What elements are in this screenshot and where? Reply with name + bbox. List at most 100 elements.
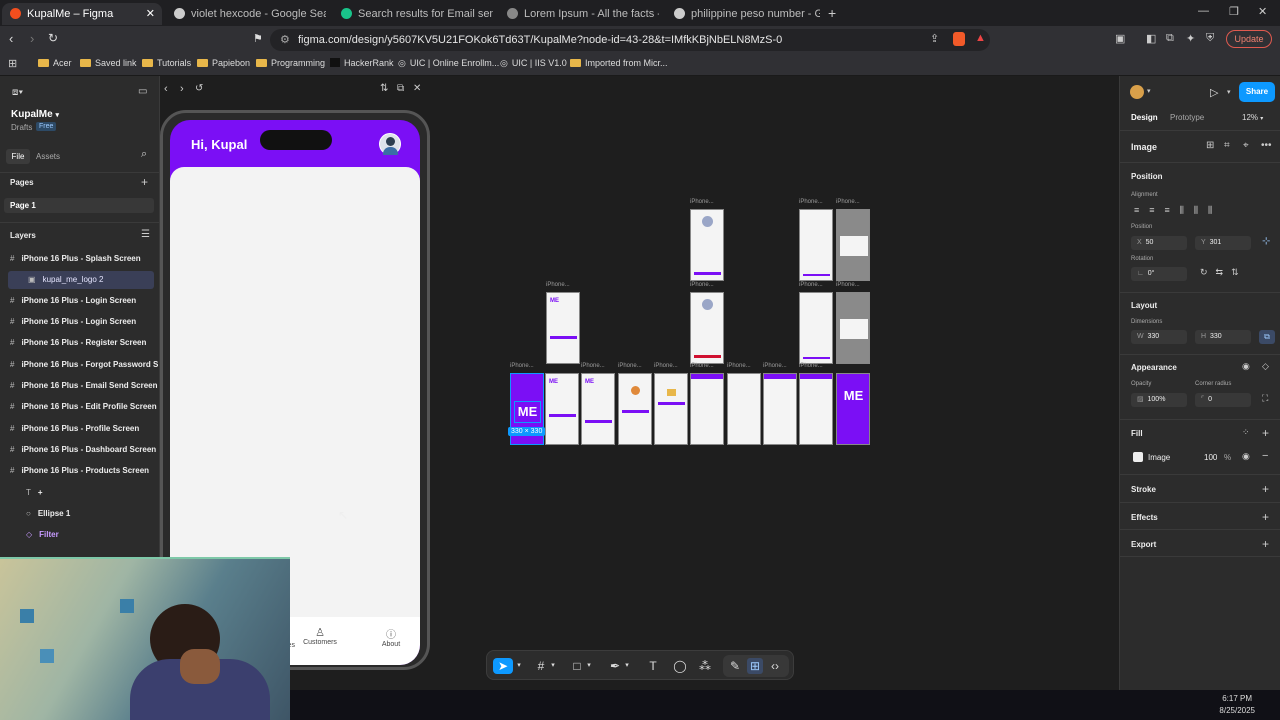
- height-field[interactable]: H 330: [1195, 330, 1251, 344]
- tab-figma[interactable]: KupalMe – Figma ✕: [2, 3, 162, 25]
- close-tab-icon[interactable]: ✕: [146, 3, 155, 25]
- frame-modal[interactable]: [836, 209, 870, 281]
- frame-login[interactable]: ME: [545, 373, 579, 445]
- add-stroke-icon[interactable]: +: [1262, 483, 1269, 495]
- design-canvas[interactable]: iPhone... iPhone... iPhone... iPhone... …: [432, 76, 1119, 720]
- visibility-eye-icon[interactable]: ◉: [1242, 361, 1250, 372]
- layers-list-icon[interactable]: ☰: [141, 229, 150, 240]
- design-mode-icon[interactable]: ⊞: [747, 658, 763, 674]
- user-avatar[interactable]: [1130, 85, 1144, 99]
- forward-icon[interactable]: ›: [30, 31, 34, 46]
- fill-opacity[interactable]: 100: [1204, 453, 1217, 462]
- nav-about[interactable]: ⓘ About: [366, 626, 416, 648]
- text-tool-icon[interactable]: T: [645, 658, 661, 674]
- add-fill-icon[interactable]: +: [1262, 427, 1269, 439]
- layer-register-screen[interactable]: # iPhone 16 Plus - Register Screen: [10, 334, 158, 352]
- rotation-field[interactable]: ∟ 0°: [1131, 267, 1187, 281]
- blend-drop-icon[interactable]: ◇: [1262, 361, 1269, 372]
- frame-forgot-password[interactable]: [618, 373, 652, 445]
- frame-about-list[interactable]: [799, 373, 833, 445]
- tab-file[interactable]: File: [6, 149, 30, 164]
- chevron-down-icon[interactable]: ▾: [1227, 88, 1231, 96]
- frame-splash-2[interactable]: ME: [836, 373, 870, 445]
- avatar[interactable]: [379, 133, 401, 155]
- fill-type[interactable]: Image: [1148, 453, 1170, 462]
- url-field[interactable]: ⚙ figma.com/design/y5607KV5U21FOKok6Td63…: [270, 29, 990, 51]
- clock-time[interactable]: 6:17 PM: [1222, 694, 1252, 703]
- width-field[interactable]: W 330: [1131, 330, 1187, 344]
- close-window-icon[interactable]: ✕: [1258, 5, 1267, 18]
- bookmark-acer[interactable]: Acer: [38, 58, 72, 68]
- alignment-icons[interactable]: ≡≡≡⫼⫼⫼: [1134, 205, 1222, 216]
- layer-login-screen-2[interactable]: # iPhone 16 Plus - Login Screen: [10, 313, 158, 331]
- frame-products[interactable]: [727, 373, 761, 445]
- chevron-down-icon[interactable]: ▾: [623, 658, 631, 674]
- preview-back-icon[interactable]: ‹: [164, 83, 168, 95]
- x-field[interactable]: X 50: [1131, 236, 1187, 250]
- y-field[interactable]: Y 301: [1195, 236, 1251, 250]
- tab-assets[interactable]: Assets: [36, 152, 60, 161]
- preview-forward-icon[interactable]: ›: [180, 83, 184, 95]
- frame-profile[interactable]: [690, 209, 724, 281]
- layer-login-screen[interactable]: # iPhone 16 Plus - Login Screen: [10, 292, 158, 310]
- clock-date[interactable]: 8/25/2025: [1219, 706, 1255, 715]
- page-item-page-1[interactable]: Page 1: [4, 198, 154, 213]
- tab-lipsum[interactable]: Lorem Ipsum - All the facts - Lipsum: [499, 3, 659, 25]
- frame-list-2[interactable]: [799, 292, 833, 364]
- layer-filter[interactable]: ◇ Filter: [10, 526, 158, 544]
- bookmark-imported[interactable]: Imported from Micr...: [570, 58, 668, 68]
- chevron-down-icon[interactable]: ▾: [585, 658, 593, 674]
- add-effect-icon[interactable]: +: [1262, 511, 1269, 523]
- sidebar-icon[interactable]: ◧: [1146, 32, 1156, 45]
- layer-email-send-screen[interactable]: # iPhone 16 Plus - Email Send Screen: [10, 377, 158, 395]
- frame-customers[interactable]: [763, 373, 797, 445]
- nav-customers[interactable]: ♙ Customers: [290, 626, 350, 646]
- zoom-level[interactable]: 12% ▾: [1242, 113, 1263, 122]
- independent-corners-icon[interactable]: ⛶: [1262, 393, 1268, 404]
- tab-google-violet[interactable]: violet hexcode - Google Search: [166, 3, 326, 25]
- layer-profile-screen[interactable]: # iPhone 16 Plus - Profile Screen: [10, 420, 158, 438]
- frame-modal-2[interactable]: [836, 292, 870, 364]
- bookmark-saved-link[interactable]: Saved link: [80, 58, 137, 68]
- pen-tool-icon[interactable]: ✒: [607, 658, 623, 674]
- lock-aspect-icon[interactable]: ⧉: [1259, 330, 1275, 344]
- add-page-icon[interactable]: +: [141, 176, 148, 188]
- flip-rotate-icons[interactable]: ↻⇆⇅: [1200, 267, 1247, 278]
- tab-prototype[interactable]: Prototype: [1170, 113, 1204, 122]
- update-button[interactable]: Update: [1226, 30, 1272, 48]
- corner-radius-field[interactable]: ⌜ 0: [1195, 393, 1251, 407]
- share-page-icon[interactable]: ⇪: [930, 32, 939, 45]
- fill-visibility-icon[interactable]: ◉: [1242, 451, 1250, 462]
- new-tab-button[interactable]: +: [828, 5, 836, 21]
- chevron-down-icon[interactable]: ▾: [1147, 87, 1151, 95]
- chevron-down-icon[interactable]: ▾: [515, 658, 523, 674]
- rectangle-tool-icon[interactable]: □: [569, 658, 585, 674]
- maximize-icon[interactable]: ❐: [1229, 5, 1239, 18]
- vpn-icon[interactable]: ⛨: [1206, 32, 1214, 45]
- layer-edit-profile-screen[interactable]: # iPhone 16 Plus - Edit Profile Screen: [10, 398, 158, 416]
- layer-splash-screen[interactable]: # iPhone 16 Plus - Splash Screen: [10, 250, 158, 268]
- brave-rewards-icon[interactable]: ▲: [975, 32, 986, 44]
- constraints-icon[interactable]: ⊹: [1262, 236, 1270, 247]
- apps-grid-icon[interactable]: ⊞: [8, 57, 17, 70]
- minimize-icon[interactable]: —: [1198, 5, 1209, 17]
- extensions-icon[interactable]: ⧉: [1166, 32, 1174, 45]
- tab-design[interactable]: Design: [1131, 113, 1158, 122]
- dev-mode-icon[interactable]: ‹›: [767, 658, 783, 674]
- layer-forgot-password-screen[interactable]: #iPhone 16 Plus - Forgot Password Screen: [10, 356, 158, 374]
- fill-swatch[interactable]: [1133, 452, 1143, 462]
- bookmark-uic-enrollment[interactable]: ◎ UIC | Online Enrollm...: [398, 58, 499, 69]
- frame-login-alt[interactable]: ME: [546, 292, 580, 364]
- bookmark-tutorials[interactable]: Tutorials: [142, 58, 191, 68]
- layer-dashboard-screen[interactable]: # iPhone 16 Plus - Dashboard Screen: [10, 441, 158, 459]
- bookmark-hackerrank[interactable]: HackerRank: [330, 58, 394, 68]
- present-play-icon[interactable]: ▷: [1210, 86, 1218, 99]
- more-icon[interactable]: •••: [1261, 140, 1272, 151]
- frame-list[interactable]: [799, 209, 833, 281]
- tab-google-peso[interactable]: philippine peso number - Google Search: [666, 3, 820, 25]
- reload-icon[interactable]: ↻: [48, 31, 58, 45]
- bookmark-papiebon[interactable]: Papiebon: [197, 58, 250, 68]
- actions-tool-icon[interactable]: ⁂: [697, 658, 713, 674]
- image-grid-icon[interactable]: ⊞: [1206, 140, 1214, 151]
- share-button[interactable]: Share: [1239, 82, 1275, 102]
